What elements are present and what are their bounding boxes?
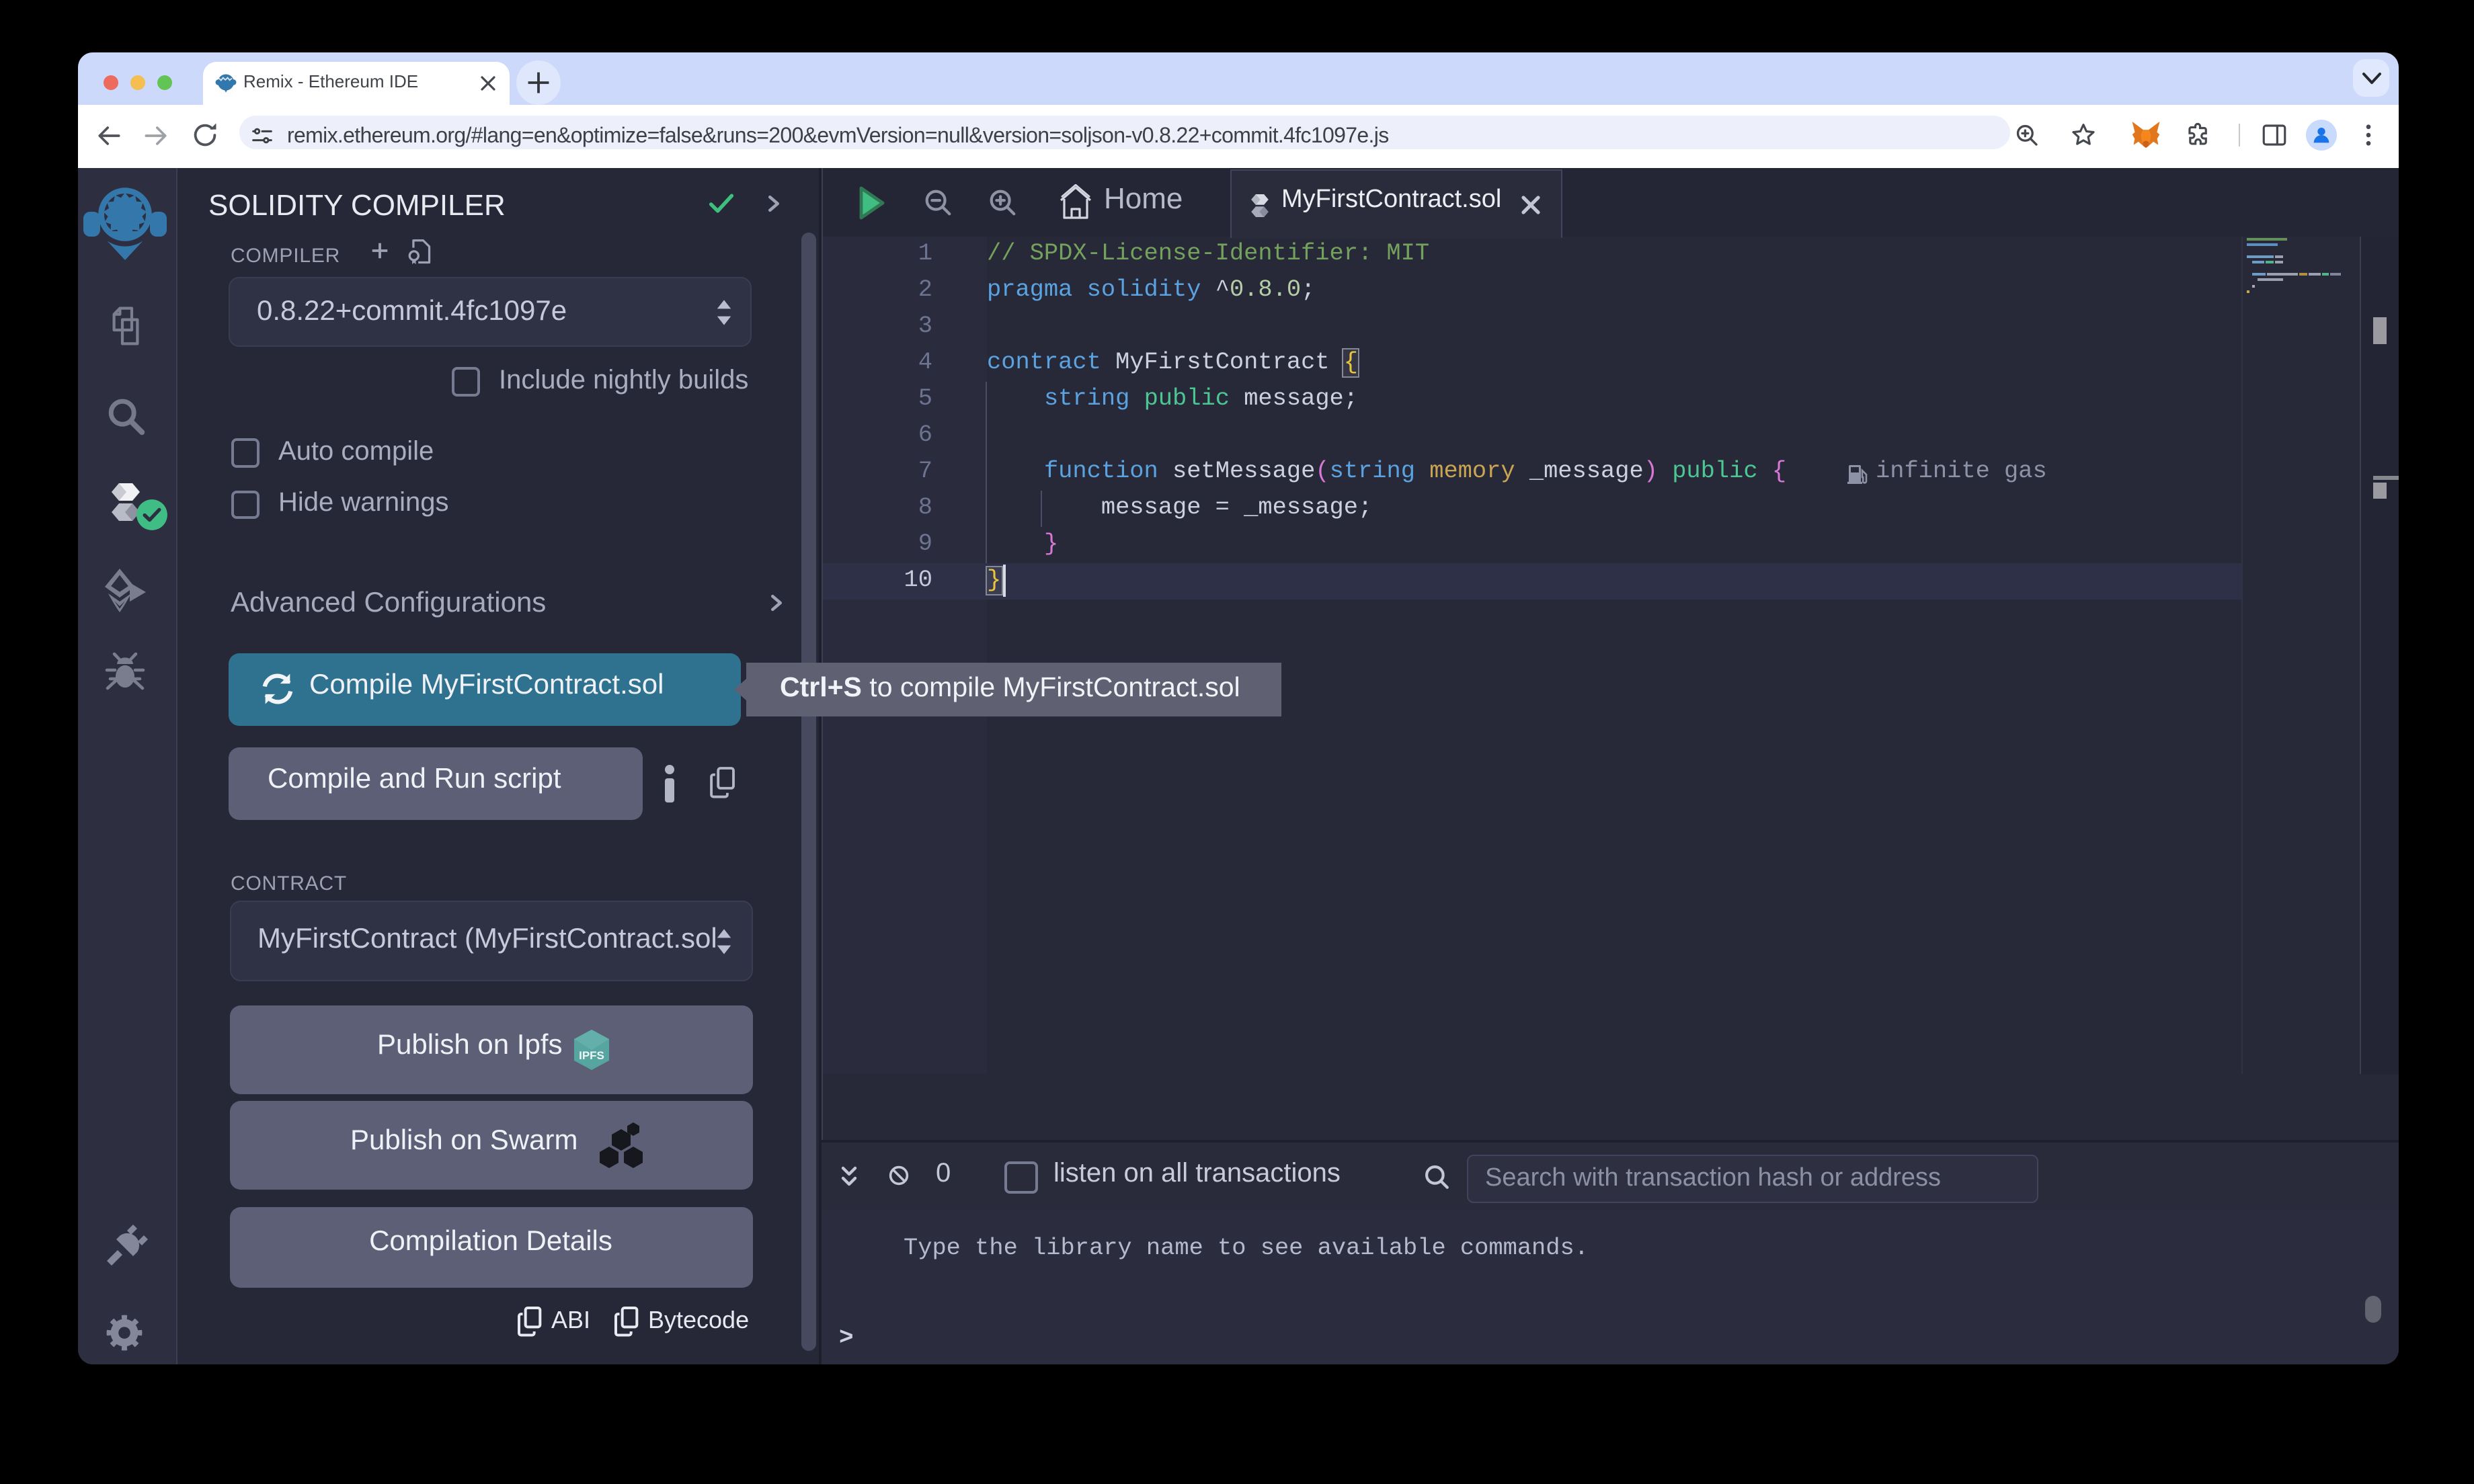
svg-text:IPFS: IPFS [578,1048,604,1061]
